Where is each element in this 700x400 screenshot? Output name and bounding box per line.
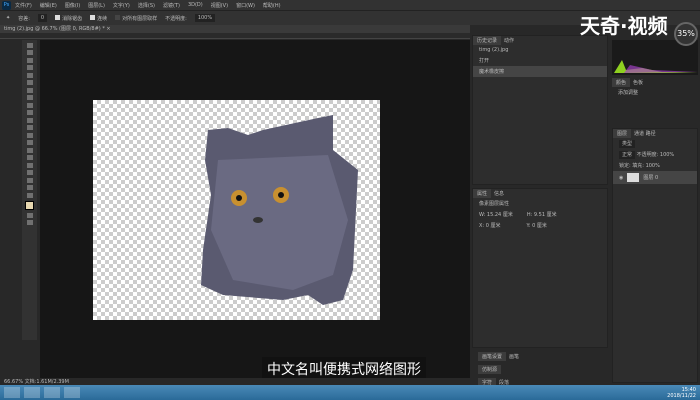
layer-row[interactable]: ◉ 图层 0	[613, 171, 697, 184]
eraser-tool-icon[interactable]	[26, 117, 33, 123]
cat-image	[201, 115, 358, 305]
x-field[interactable]: X: 0 厘米	[479, 222, 500, 229]
tab-paths[interactable]: 路径	[646, 131, 656, 137]
menu-type[interactable]: 文字(Y)	[113, 2, 130, 9]
marquee-tool-icon[interactable]	[26, 50, 33, 55]
layer-thumbnail	[627, 173, 640, 182]
tab-actions[interactable]: 动作	[504, 38, 514, 44]
layer-opacity-label: 不透明度:	[636, 152, 659, 158]
photoshop-logo: Ps	[2, 0, 11, 10]
sample-all-checkbox[interactable]: 对所有图层取样	[115, 14, 157, 22]
history-panel: 历史记录 动作 timg (2).jpg 打开 魔术橡皮擦	[472, 35, 608, 185]
blend-mode-select[interactable]: 正常	[619, 151, 636, 159]
tab-color[interactable]: 颜色	[612, 78, 631, 87]
adjustments-title: 添加调整	[618, 90, 639, 96]
document-canvas[interactable]	[93, 100, 380, 320]
lasso-tool-icon[interactable]	[26, 57, 33, 63]
visibility-eye-icon[interactable]: ◉	[619, 175, 623, 181]
crop-tool-icon[interactable]	[26, 72, 33, 78]
menu-bar: Ps 文件(F) 编辑(E) 图像(I) 图层(L) 文字(Y) 选择(S) 滤…	[0, 0, 700, 10]
color-swatches[interactable]	[25, 200, 34, 210]
tab-brush[interactable]: 画笔	[509, 354, 519, 360]
menu-filter[interactable]: 滤镜(T)	[163, 2, 180, 9]
status-bar: 66.67% 文档:1.61M/2.39M	[0, 378, 470, 385]
quick-mask-icon[interactable]	[26, 212, 33, 218]
properties-panel: 属性 信息 像素图层属性 W: 15.24 厘米 H: 9.51 厘米 X: 0 厘…	[472, 188, 608, 348]
opacity-input[interactable]: 100%	[194, 14, 216, 22]
contiguous-checkbox[interactable]: 连续	[90, 14, 107, 22]
menu-3d[interactable]: 3D(D)	[188, 2, 203, 8]
width-field[interactable]: W: 15.24 厘米	[479, 211, 513, 218]
pen-tool-icon[interactable]	[26, 147, 33, 153]
hand-tool-icon[interactable]	[26, 177, 33, 183]
lock-label: 锁定:	[619, 163, 631, 169]
menu-edit[interactable]: 编辑(E)	[40, 2, 57, 9]
healing-tool-icon[interactable]	[26, 87, 33, 93]
eyedropper-tool-icon[interactable]	[26, 80, 33, 85]
tab-properties[interactable]: 属性	[473, 189, 492, 198]
tab-clone-source[interactable]: 仿制源	[478, 365, 502, 374]
move-tool-icon[interactable]	[26, 42, 33, 48]
system-clock[interactable]: 15:40 2018/11/22	[667, 387, 700, 399]
tolerance-input[interactable]: 0	[37, 14, 48, 22]
tab-history[interactable]: 历史记录	[473, 36, 502, 45]
properties-title: 像素图层属性	[479, 201, 510, 207]
history-snapshot[interactable]: timg (2).jpg	[473, 45, 607, 55]
menu-select[interactable]: 选择(S)	[138, 2, 155, 9]
tab-info[interactable]: 信息	[494, 191, 504, 197]
type-tool-icon[interactable]	[26, 155, 33, 160]
ruler	[0, 33, 470, 39]
more-tools-icon[interactable]	[26, 192, 33, 198]
history-brush-tool-icon[interactable]	[26, 110, 33, 115]
stamp-tool-icon[interactable]	[26, 102, 33, 108]
tab-layers[interactable]: 图层	[613, 129, 632, 138]
path-select-tool-icon[interactable]	[26, 162, 33, 168]
history-item[interactable]: 魔术橡皮擦	[473, 66, 607, 77]
layer-opacity-input[interactable]: 100%	[660, 152, 674, 158]
menu-layer[interactable]: 图层(L)	[88, 2, 105, 9]
antialias-checkbox[interactable]: 消除锯齿	[55, 14, 82, 22]
magic-eraser-icon[interactable]: ✦	[6, 15, 10, 21]
taskbar-photoshop-icon[interactable]	[64, 387, 80, 398]
menu-help[interactable]: 帮助(H)	[263, 2, 281, 9]
gradient-tool-icon[interactable]	[26, 125, 33, 130]
adjustments-panel: 颜色 色板 添加调整	[612, 78, 698, 123]
menu-image[interactable]: 图像(I)	[65, 2, 80, 9]
opacity-label: 不透明度:	[165, 15, 187, 22]
magic-wand-tool-icon[interactable]	[26, 65, 33, 70]
dodge-tool-icon[interactable]	[26, 140, 33, 145]
history-item[interactable]: 打开	[473, 55, 607, 66]
brush-tool-icon[interactable]	[26, 95, 33, 100]
start-button[interactable]	[4, 387, 20, 398]
blur-tool-icon[interactable]	[26, 132, 33, 138]
layers-panel: 图层 通道 路径 类型 正常 不透明度: 100% 锁定: 填充: 100% ◉ …	[612, 128, 698, 383]
taskbar-app-icon[interactable]	[44, 387, 60, 398]
y-field[interactable]: Y: 0 厘米	[526, 222, 546, 229]
fill-label: 填充:	[632, 163, 644, 169]
screen-mode-icon[interactable]	[26, 220, 33, 225]
zoom-tool-icon[interactable]	[26, 185, 33, 190]
menu-window[interactable]: 窗口(W)	[236, 2, 255, 9]
tolerance-label: 容差:	[18, 15, 30, 22]
menu-view[interactable]: 视图(V)	[211, 2, 228, 9]
taskbar: 15:40 2018/11/22	[0, 385, 700, 400]
watermark: 天奇·视频	[580, 14, 668, 38]
collapsed-panels: 画笔设置 画笔 仿制源 字符 段落	[472, 350, 608, 389]
taskbar-app-icon[interactable]	[24, 387, 40, 398]
layer-kind-filter[interactable]: 类型	[619, 140, 636, 148]
fill-input[interactable]: 100%	[646, 163, 660, 169]
height-field[interactable]: H: 9.51 厘米	[527, 211, 557, 218]
memory-gauge: 35%	[674, 22, 698, 46]
document-tab[interactable]: timg (2).jpg @ 66.7% (图层 0, RGB/8#) * ×	[0, 25, 470, 33]
shape-tool-icon[interactable]	[26, 170, 33, 175]
tab-brush-settings[interactable]: 画笔设置	[478, 352, 507, 361]
layer-name: 图层 0	[643, 175, 659, 181]
tools-panel	[22, 40, 37, 340]
menu-file[interactable]: 文件(F)	[15, 2, 32, 9]
tab-channels[interactable]: 通道	[634, 131, 644, 137]
tab-swatches[interactable]: 色板	[633, 80, 643, 86]
